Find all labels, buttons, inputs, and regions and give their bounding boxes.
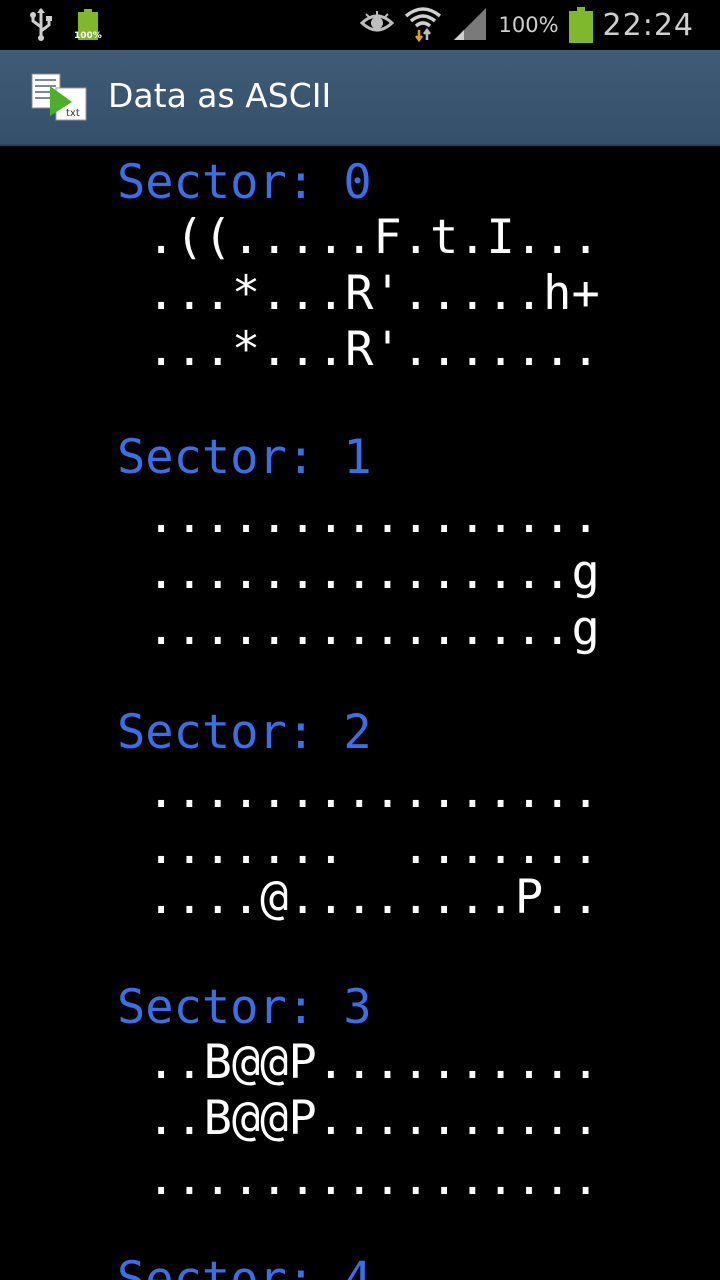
- txt-file-app-icon[interactable]: txt: [30, 72, 90, 122]
- status-bar: 100% 100% 22:24: [0, 0, 720, 50]
- battery-icon: 100%: [74, 9, 102, 43]
- battery-small-label: 100%: [74, 31, 102, 41]
- sector-row: ..B@@P..........: [147, 1035, 600, 1090]
- wifi-icon: [404, 4, 442, 46]
- sector-title: Sector: 1: [117, 430, 372, 485]
- svg-text:txt: txt: [66, 108, 80, 119]
- usb-icon: [28, 7, 54, 45]
- sector-row: ....... .......: [147, 820, 600, 875]
- sector-row: ..B@@P..........: [147, 1091, 600, 1146]
- sector-row: .((.....F.t.I...: [147, 210, 600, 265]
- sector-title: Sector: 4: [117, 1252, 372, 1280]
- sector-title: Sector: 0: [117, 155, 372, 210]
- sector-title: Sector: 2: [117, 705, 372, 760]
- page-title: Data as ASCII: [108, 76, 332, 115]
- signal-icon: [452, 6, 488, 44]
- sector-row: ...*...R'.......: [147, 322, 600, 377]
- sector-row: ................: [147, 489, 600, 544]
- ascii-data-view[interactable]: Sector: 0 .((.....F.t.I... ...*...R'....…: [0, 146, 720, 1280]
- sector-row: ...............g: [147, 601, 600, 656]
- sector-row: ................: [147, 764, 600, 819]
- sector-row: ................: [147, 1151, 600, 1206]
- eye-icon: [360, 11, 395, 39]
- sector-row: ....@........P..: [147, 870, 600, 925]
- sector-row: ...*...R'.....h+: [147, 266, 600, 321]
- battery-icon: [568, 7, 593, 43]
- sector-title: Sector: 3: [117, 980, 372, 1035]
- sector-row: ...............g: [147, 545, 600, 600]
- battery-percent: 100%: [498, 13, 559, 37]
- clock: 22:24: [602, 7, 694, 43]
- action-bar: txt Data as ASCII: [0, 50, 720, 146]
